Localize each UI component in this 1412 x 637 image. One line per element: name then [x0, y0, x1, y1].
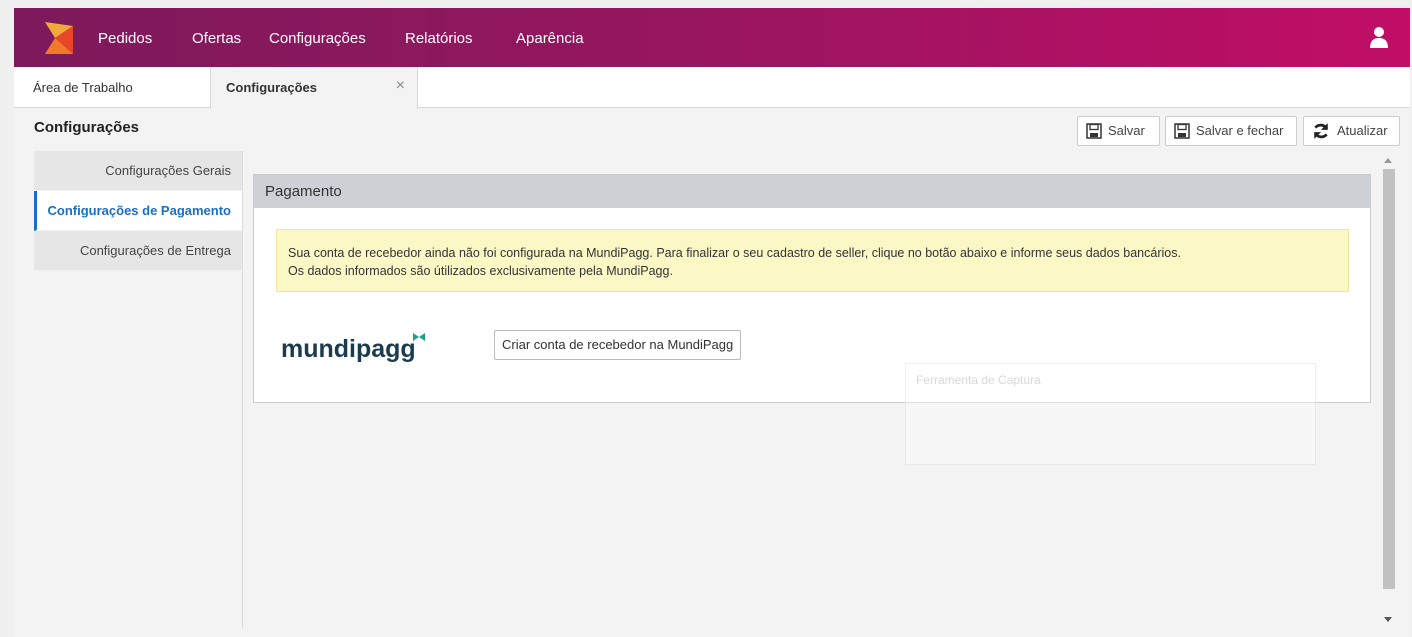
app-logo-icon[interactable]	[43, 22, 73, 54]
user-icon[interactable]	[1370, 26, 1388, 48]
nav-configuracoes[interactable]: Configurações	[269, 8, 366, 67]
capture-tool-overlay: Ferramenta de Captura	[905, 363, 1316, 465]
close-icon[interactable]: ×	[396, 67, 405, 105]
vertical-scrollbar[interactable]	[1380, 151, 1396, 629]
save-and-close-label: Salvar e fechar	[1196, 123, 1284, 138]
mundipagg-logo: mundipagg	[281, 333, 425, 363]
top-navbar: Pedidos Ofertas Configurações Relatórios…	[14, 8, 1410, 67]
refresh-label: Atualizar	[1337, 123, 1388, 138]
nav-pedidos[interactable]: Pedidos	[98, 8, 152, 67]
create-recipient-account-button[interactable]: Criar conta de recebedor na MundiPagg	[494, 330, 742, 360]
alert-line-2: Os dados informados são útilizados exclu…	[288, 264, 673, 278]
nav-aparencia[interactable]: Aparência	[516, 8, 584, 67]
settings-side-menu: Configurações Gerais Configurações de Pa…	[34, 151, 242, 271]
save-label: Salvar	[1108, 123, 1145, 138]
refresh-icon	[1314, 123, 1328, 139]
scroll-down-arrow-icon[interactable]	[1384, 617, 1392, 622]
save-button[interactable]: Salvar	[1077, 116, 1160, 146]
mundipagg-logo-text: mundipagg	[281, 335, 416, 363]
refresh-button[interactable]: Atualizar	[1303, 116, 1400, 146]
capture-tool-title: Ferramenta de Captura	[916, 373, 1041, 387]
app-window: Pedidos Ofertas Configurações Relatórios…	[14, 8, 1410, 637]
panel-title: Pagamento	[254, 175, 1370, 208]
nav-relatorios[interactable]: Relatórios	[405, 8, 473, 67]
content-divider	[242, 151, 243, 629]
floppy-disk-icon	[1086, 123, 1102, 139]
nav-ofertas[interactable]: Ofertas	[192, 8, 241, 67]
tab-configuracoes[interactable]: Configurações ×	[210, 67, 418, 109]
tab-label: Área de Trabalho	[33, 80, 133, 95]
scroll-up-arrow-icon[interactable]	[1384, 158, 1392, 163]
sidebar-item-payment[interactable]: Configurações de Pagamento	[34, 191, 242, 231]
warning-alert: Sua conta de recebedor ainda não foi con…	[276, 229, 1349, 292]
save-and-close-button[interactable]: Salvar e fechar	[1165, 116, 1297, 146]
floppy-disk-icon	[1174, 123, 1190, 139]
scroll-thumb[interactable]	[1383, 169, 1395, 589]
page-title: Configurações	[34, 119, 140, 136]
sidebar-item-general[interactable]: Configurações Gerais	[34, 151, 242, 191]
tab-area-de-trabalho[interactable]: Área de Trabalho	[33, 67, 133, 108]
alert-line-1: Sua conta de recebedor ainda não foi con…	[288, 246, 1181, 260]
tab-bar: Área de Trabalho Configurações ×	[14, 67, 1410, 109]
tab-label: Configurações	[226, 80, 318, 95]
sidebar-item-delivery[interactable]: Configurações de Entrega	[34, 231, 242, 271]
